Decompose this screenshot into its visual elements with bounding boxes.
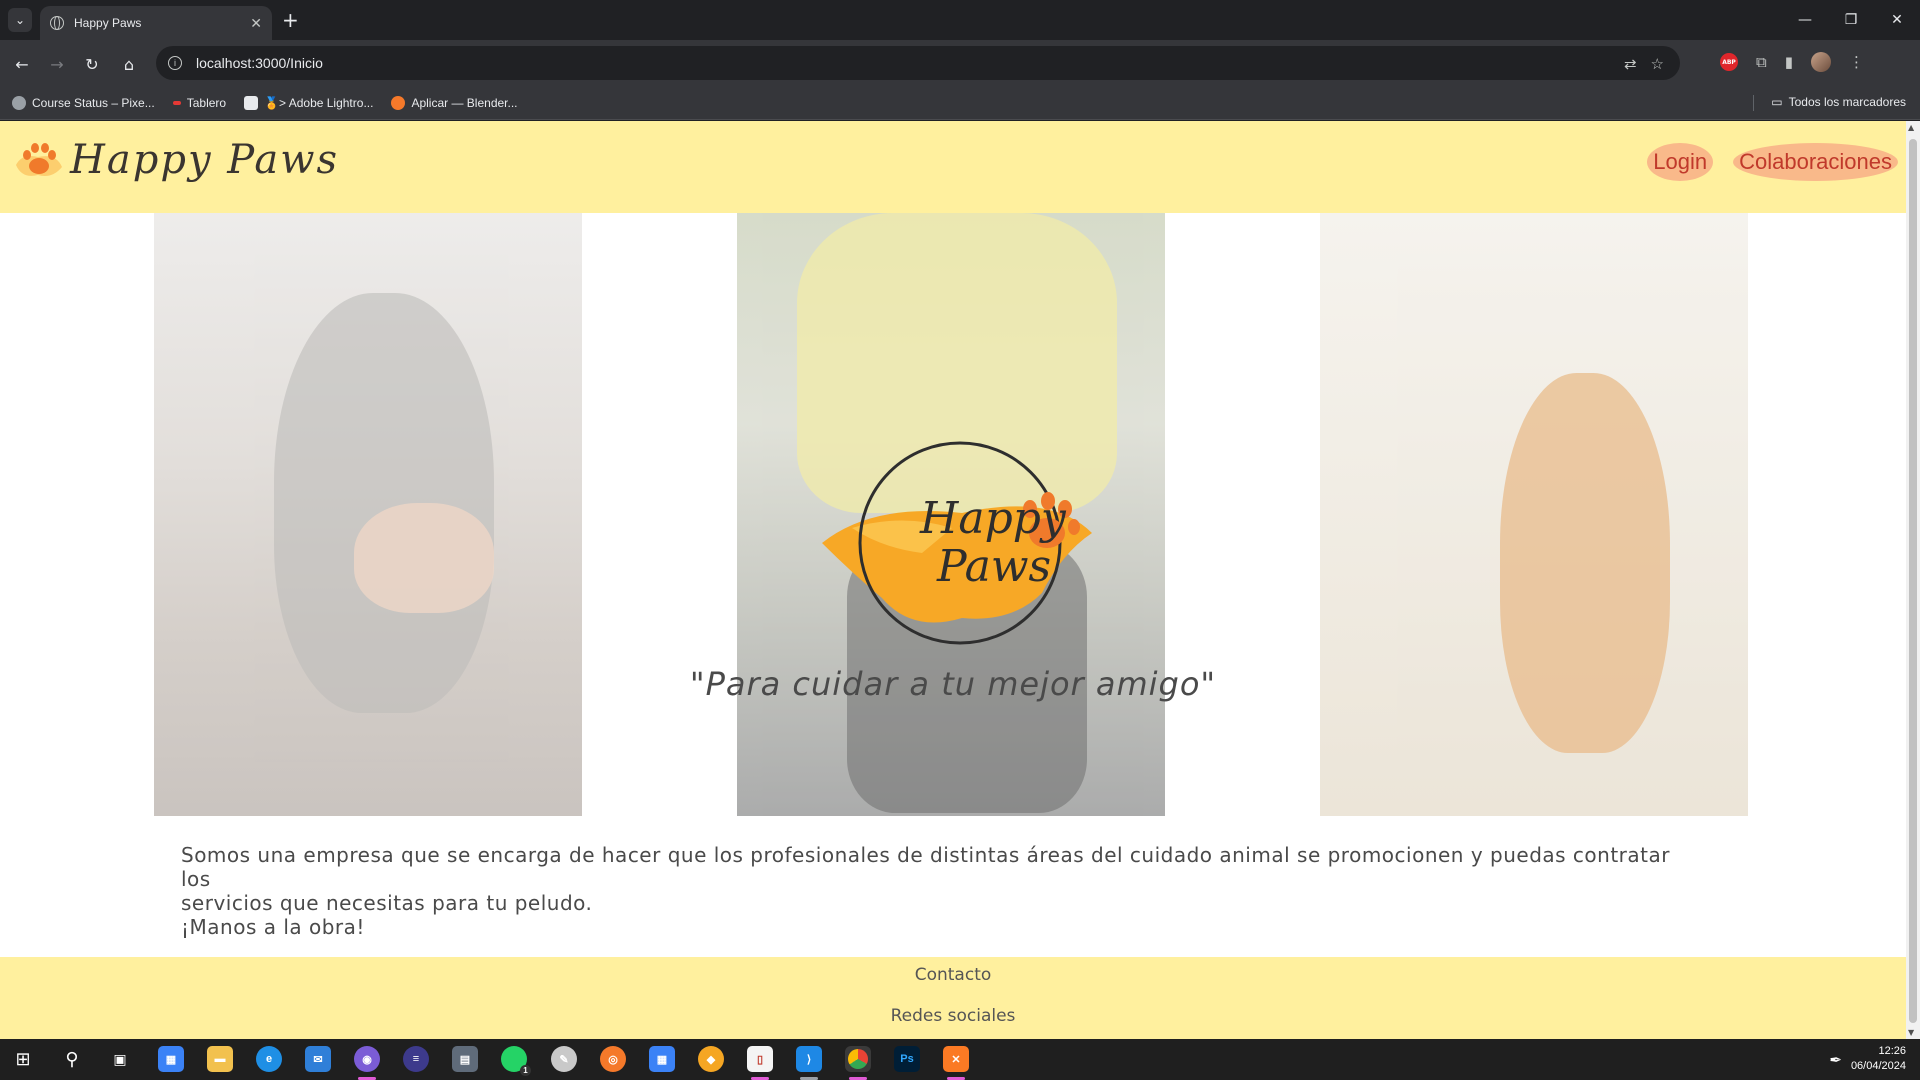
bookmark-favicon-icon <box>244 95 259 110</box>
search-icon[interactable]: ⚲ <box>59 1046 85 1072</box>
clock-time: 12:26 <box>1878 1045 1906 1057</box>
xampp-icon[interactable]: ✕ <box>943 1046 969 1072</box>
document-app-icon[interactable]: ▯ <box>747 1046 773 1072</box>
bookmark-adobe-lightroom[interactable]: 🏅> Adobe Lightro... <box>244 95 374 110</box>
browser-toolbar: ← → ↻ ⌂ i localhost:3000/Inicio ⇄ ☆ <box>0 40 1920 86</box>
bookmark-star-icon[interactable]: ☆ <box>1651 55 1664 73</box>
chrome-icon[interactable] <box>845 1046 871 1072</box>
bookmark-favicon-icon <box>12 95 26 110</box>
bookmark-label: Tablero <box>186 95 227 110</box>
bookmark-label: Aplicar — Blender... <box>411 95 518 110</box>
paw-logo-icon <box>16 143 62 176</box>
happy-paws-center-logo: Happy Paws <box>822 441 1092 645</box>
bookmark-favicon-icon <box>172 100 181 105</box>
pen-input-icon[interactable]: ✒ <box>1829 1051 1842 1069</box>
photoshop-icon[interactable]: Ps <box>894 1046 920 1072</box>
clock-date: 06/04/2024 <box>1850 1060 1906 1072</box>
tagline: "Para cuidar a tu mejor amigo" <box>689 665 1217 703</box>
extensions-puzzle-icon[interactable]: ⧉ <box>1756 53 1767 71</box>
tab-strip: ⌄ Happy Paws ✕ + — ❐ ✕ <box>0 0 1920 40</box>
site-footer: Contacto Redes sociales <box>0 957 1906 1039</box>
translate-icon[interactable]: ⇄ <box>1624 55 1637 73</box>
hero-photo-orange-cat <box>1320 213 1748 816</box>
footer-redes-sociales-link[interactable]: Redes sociales <box>0 1006 1906 1026</box>
scroll-down-arrow-icon[interactable]: ▼ <box>1908 1028 1914 1037</box>
close-window-icon[interactable]: ✕ <box>1874 0 1920 40</box>
reload-icon[interactable]: ↻ <box>80 52 104 76</box>
blender-taskbar-icon[interactable]: ◎ <box>600 1046 626 1072</box>
bookmarks-bar: Course Status – Pixe... Tablero 🏅> Adobe… <box>0 86 1920 120</box>
tab-title: Happy Paws <box>74 16 142 30</box>
nav-colaboraciones-link[interactable]: Colaboraciones <box>1733 143 1898 181</box>
side-panel-icon[interactable]: ▮ <box>1785 53 1793 71</box>
all-bookmarks-button[interactable]: ▭ Todos los marcadores <box>1771 95 1906 109</box>
vpn-shield-icon[interactable]: ◆ <box>698 1046 724 1072</box>
blender-icon <box>391 95 406 110</box>
folder-icon: ▭ <box>1771 95 1783 109</box>
home-icon[interactable]: ⌂ <box>117 52 141 76</box>
globe-icon <box>50 16 64 30</box>
microsoft-store-icon[interactable]: ▦ <box>158 1046 184 1072</box>
about-line-2: servicios que necesitas para tu peludo. <box>181 891 593 915</box>
task-view-icon[interactable]: ▣ <box>107 1046 133 1072</box>
bookmark-label: 🏅> Adobe Lightro... <box>264 95 374 110</box>
center-logo-line2: Paws <box>936 541 1051 592</box>
back-arrow-icon[interactable]: ← <box>10 52 34 76</box>
bookmark-blender[interactable]: Aplicar — Blender... <box>391 95 518 110</box>
calendar-icon[interactable]: ▦ <box>649 1046 675 1072</box>
vscode-icon[interactable]: ⟩ <box>796 1046 822 1072</box>
chrome-menu-icon[interactable]: ⋮ <box>1849 53 1864 71</box>
site-info-icon[interactable]: i <box>168 56 182 70</box>
eclipse-icon[interactable]: ≡ <box>403 1046 429 1072</box>
about-line-3: ¡Manos a la obra! <box>181 915 365 939</box>
extension-icons: ABP ⧉ ▮ ⋮ <box>1720 52 1864 72</box>
calculator-icon[interactable]: ▤ <box>452 1046 478 1072</box>
hero-gallery: Happy Paws "Para cuidar a tu mejor amigo… <box>0 213 1906 816</box>
mail-icon[interactable]: ✉ <box>305 1046 331 1072</box>
tab-search-chevron-icon[interactable]: ⌄ <box>8 8 32 32</box>
page-scrollbar[interactable]: ▲ ▼ <box>1906 121 1920 1039</box>
url-text: localhost:3000/Inicio <box>196 55 323 71</box>
tab-happy-paws[interactable]: Happy Paws ✕ <box>40 6 272 40</box>
bookmark-course-status[interactable]: Course Status – Pixe... <box>12 95 155 110</box>
footer-contacto-link[interactable]: Contacto <box>0 965 1906 985</box>
whatsapp-icon[interactable]: 1 <box>501 1046 531 1076</box>
site-logo[interactable]: Happy Paws <box>12 135 339 185</box>
minimize-icon[interactable]: — <box>1782 0 1828 40</box>
new-tab-plus-icon[interactable]: + <box>282 8 299 32</box>
bookmark-tablero[interactable]: Tablero <box>172 95 227 110</box>
nav-login-link[interactable]: Login <box>1647 143 1714 181</box>
profile-avatar[interactable] <box>1810 52 1831 72</box>
page-viewport: Happy Paws Login Colaboraciones Happy Pa… <box>0 121 1906 1039</box>
system-clock[interactable]: 12:26 06/04/2024 <box>1851 1044 1906 1074</box>
scrollbar-thumb[interactable] <box>1909 139 1917 1023</box>
all-bookmarks-label: Todos los marcadores <box>1788 95 1906 109</box>
bookmarks-separator <box>1753 95 1754 111</box>
adblock-plus-icon[interactable]: ABP <box>1720 53 1738 71</box>
bookmark-label: Course Status – Pixe... <box>32 95 155 110</box>
paint-brush-app-icon[interactable]: ✎ <box>551 1046 577 1072</box>
forward-arrow-icon[interactable]: → <box>45 52 69 76</box>
windows-taskbar: ⊞ ⚲ ▣ ▦ ▬ e ✉ ◉ ≡ ▤ 1 ✎ ◎ ▦ ◆ ▯ ⟩ Ps ✕ ✒… <box>0 1039 1920 1080</box>
center-logo-line1: Happy <box>919 493 1067 544</box>
restore-icon[interactable]: ❐ <box>1828 0 1874 40</box>
about-line-1: Somos una empresa que se encarga de hace… <box>181 843 1670 891</box>
windows-start-icon[interactable]: ⊞ <box>10 1046 36 1072</box>
main-nav: Login Colaboraciones <box>1647 143 1898 181</box>
tab-close-icon[interactable]: ✕ <box>250 15 262 32</box>
logo-text: Happy Paws <box>70 137 339 183</box>
address-bar[interactable]: i localhost:3000/Inicio ⇄ ☆ <box>156 46 1680 80</box>
scroll-up-arrow-icon[interactable]: ▲ <box>1908 123 1914 132</box>
discord-icon[interactable]: ◉ <box>354 1046 380 1072</box>
edge-icon[interactable]: e <box>256 1046 282 1072</box>
about-text: Somos una empresa que se encarga de hace… <box>181 843 1681 939</box>
site-header: Happy Paws Login Colaboraciones <box>0 121 1906 213</box>
file-explorer-icon[interactable]: ▬ <box>207 1046 233 1072</box>
hero-photo-cat-held <box>154 213 582 816</box>
whatsapp-badge: 1 <box>520 1065 531 1076</box>
window-controls: — ❐ ✕ <box>1782 0 1920 40</box>
